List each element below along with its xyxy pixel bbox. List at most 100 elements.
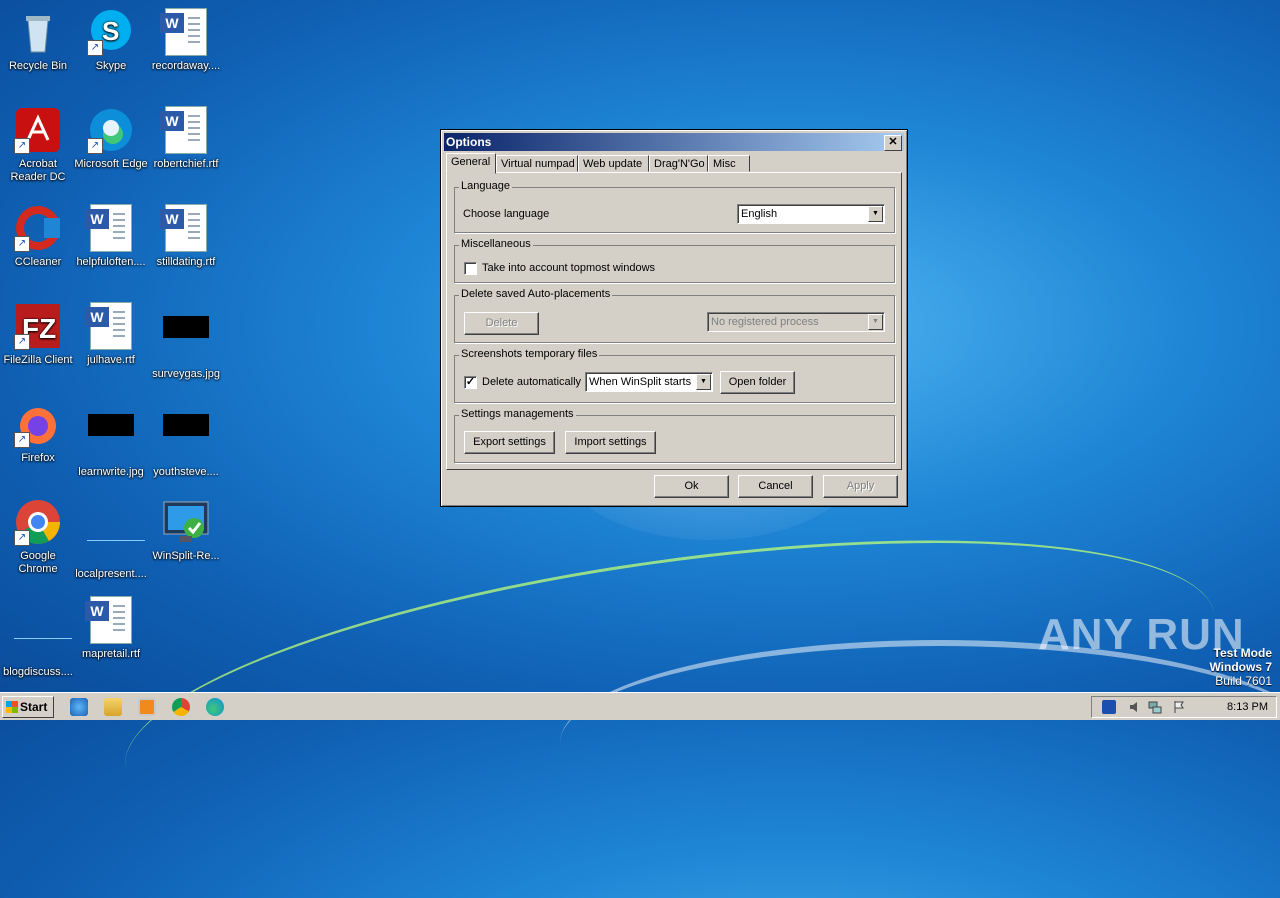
settings-management-group-label: Settings managements	[459, 408, 576, 420]
desktop-icon-label: FileZilla Client	[3, 354, 73, 366]
ccleaner-icon: ↗	[14, 204, 62, 252]
desktop-icon-label: robertchief.rtf	[153, 158, 219, 170]
desktop-icon-label: youthsteve....	[153, 466, 219, 478]
desktop-icon-label: recordaway....	[151, 60, 221, 72]
delete-placements-button[interactable]: Delete	[464, 312, 539, 335]
desktop-icon-label: WinSplit-Re...	[152, 550, 220, 562]
watermark-line-1: Test Mode	[1213, 646, 1272, 660]
desktop-icon-skype[interactable]: S ↗ Skype	[73, 8, 149, 73]
desktop-icon-filezilla[interactable]: FZ ↗ FileZilla Client	[0, 302, 76, 367]
process-select-value: No registered process	[711, 316, 819, 328]
language-group-label: Language	[459, 180, 512, 192]
apply-button[interactable]: Apply	[823, 475, 898, 498]
skype-icon: S ↗	[87, 8, 135, 56]
import-settings-button[interactable]: Import settings	[565, 431, 656, 454]
desktop-icon-recordaway[interactable]: W recordaway....	[148, 8, 224, 73]
screenshots-group: Screenshots temporary files ✓ Delete aut…	[454, 348, 895, 403]
windows-logo-icon	[6, 701, 18, 713]
desktop-icon-helpfuloften[interactable]: W helpfuloften....	[73, 204, 149, 269]
tab-web-update[interactable]: Web update	[578, 155, 649, 172]
delete-automatically-label[interactable]: Delete automatically	[482, 376, 581, 388]
watermark-line-2: Windows 7	[1209, 660, 1272, 674]
export-settings-button[interactable]: Export settings	[464, 431, 555, 454]
desktop-icon-surveygas[interactable]: surveygas.jpg	[148, 302, 224, 381]
tab-dragngo[interactable]: Drag'N'Go	[649, 155, 708, 172]
language-select-value: English	[741, 208, 778, 220]
word-document-icon: W	[160, 106, 210, 154]
tab-misc[interactable]: Misc	[708, 155, 750, 172]
desktop-icon-label: blogdiscuss....	[3, 666, 73, 678]
process-select[interactable]: No registered process ▼	[707, 312, 885, 332]
taskbar: Start 8:13 PM	[0, 692, 1280, 720]
desktop-icon-localpresent[interactable]: localpresent....	[73, 498, 149, 581]
language-select[interactable]: English ▼	[737, 204, 885, 224]
language-group: Language Choose language English ▼	[454, 180, 895, 233]
recycle-bin-icon	[14, 8, 62, 56]
desktop-icon-recycle-bin[interactable]: Recycle Bin	[0, 8, 76, 73]
media-player-icon[interactable]	[138, 698, 156, 716]
shortcut-arrow-icon: ↗	[87, 40, 103, 56]
network-icon[interactable]	[1148, 700, 1162, 714]
desktop-icon-blogdiscuss[interactable]: blogdiscuss....	[0, 596, 76, 679]
action-center-icon[interactable]	[1102, 700, 1116, 714]
choose-language-label: Choose language	[463, 208, 550, 220]
desktop-icon-label: Microsoft Edge	[74, 158, 148, 170]
tab-virtual-numpad[interactable]: Virtual numpad	[496, 155, 578, 172]
desktop-icon-julhave[interactable]: W julhave.rtf	[73, 302, 149, 367]
edge-taskbar-icon[interactable]	[206, 698, 224, 716]
flag-icon[interactable]	[1172, 700, 1186, 714]
topmost-label[interactable]: Take into account topmost windows	[482, 262, 655, 274]
volume-icon[interactable]	[1128, 700, 1142, 714]
cancel-button[interactable]: Cancel	[738, 475, 813, 498]
shortcut-arrow-icon: ↗	[14, 530, 30, 546]
desktop-icon-stilldating[interactable]: W stilldating.rtf	[148, 204, 224, 269]
desktop-icon-label: Google Chrome	[18, 550, 58, 575]
image-file-icon	[162, 414, 210, 462]
chevron-down-icon[interactable]: ▼	[696, 374, 711, 390]
desktop-icon-youthsteve[interactable]: youthsteve....	[148, 400, 224, 479]
taskbar-clock[interactable]: 8:13 PM	[1227, 697, 1268, 717]
word-document-icon: W	[160, 204, 210, 252]
miscellaneous-group-label: Miscellaneous	[459, 238, 533, 250]
desktop-icon-firefox[interactable]: ↗ Firefox	[0, 400, 76, 465]
open-folder-button[interactable]: Open folder	[720, 371, 795, 394]
file-explorer-icon[interactable]	[104, 698, 122, 716]
close-button[interactable]: ✕	[884, 135, 902, 151]
word-document-icon: W	[85, 204, 135, 252]
topmost-checkbox[interactable]	[464, 262, 477, 275]
shortcut-arrow-icon: ↗	[87, 138, 103, 154]
chevron-down-icon[interactable]: ▼	[868, 206, 883, 222]
screenshots-group-label: Screenshots temporary files	[459, 348, 600, 360]
desktop-icon-chrome[interactable]: ↗ Google Chrome	[0, 498, 76, 576]
desktop-icon-ccleaner[interactable]: ↗ CCleaner	[0, 204, 76, 269]
delete-automatically-checkbox[interactable]: ✓	[464, 376, 477, 389]
desktop-icon-winsplit[interactable]: WinSplit-Re...	[148, 498, 224, 563]
svg-text:S: S	[102, 16, 119, 46]
ok-button[interactable]: Ok	[654, 475, 729, 498]
desktop-icon-edge[interactable]: ↗ Microsoft Edge	[73, 106, 149, 171]
dialog-titlebar[interactable]: Options ✕	[444, 133, 904, 151]
dialog-title: Options	[446, 135, 492, 149]
delete-when-select[interactable]: When WinSplit starts ▼	[585, 372, 713, 392]
shortcut-arrow-icon: ↗	[14, 432, 30, 448]
desktop-icon-learnwrite[interactable]: learnwrite.jpg	[73, 400, 149, 479]
desktop-icon-mapretail[interactable]: W mapretail.rtf	[73, 596, 149, 661]
chevron-down-icon[interactable]: ▼	[868, 314, 883, 330]
word-document-icon: W	[85, 596, 135, 644]
edge-icon: ↗	[87, 106, 135, 154]
shortcut-arrow-icon: ↗	[14, 138, 30, 154]
internet-explorer-icon[interactable]	[70, 698, 88, 716]
delete-when-select-value: When WinSplit starts	[589, 376, 692, 388]
desktop-icon-acrobat[interactable]: ↗ Acrobat Reader DC	[0, 106, 76, 184]
word-document-icon: W	[85, 302, 135, 350]
start-label: Start	[20, 700, 48, 714]
start-button[interactable]: Start	[2, 696, 54, 718]
chrome-taskbar-icon[interactable]	[172, 698, 190, 716]
word-document-icon: W	[160, 8, 210, 56]
winsplit-icon	[162, 498, 210, 546]
shortcut-arrow-icon: ↗	[14, 236, 30, 252]
desktop-icon-robertchief[interactable]: W robertchief.rtf	[148, 106, 224, 171]
tab-general[interactable]: General	[446, 153, 496, 174]
miscellaneous-group: Miscellaneous Take into account topmost …	[454, 238, 895, 283]
wallpaper-swoosh-2	[560, 640, 1280, 846]
